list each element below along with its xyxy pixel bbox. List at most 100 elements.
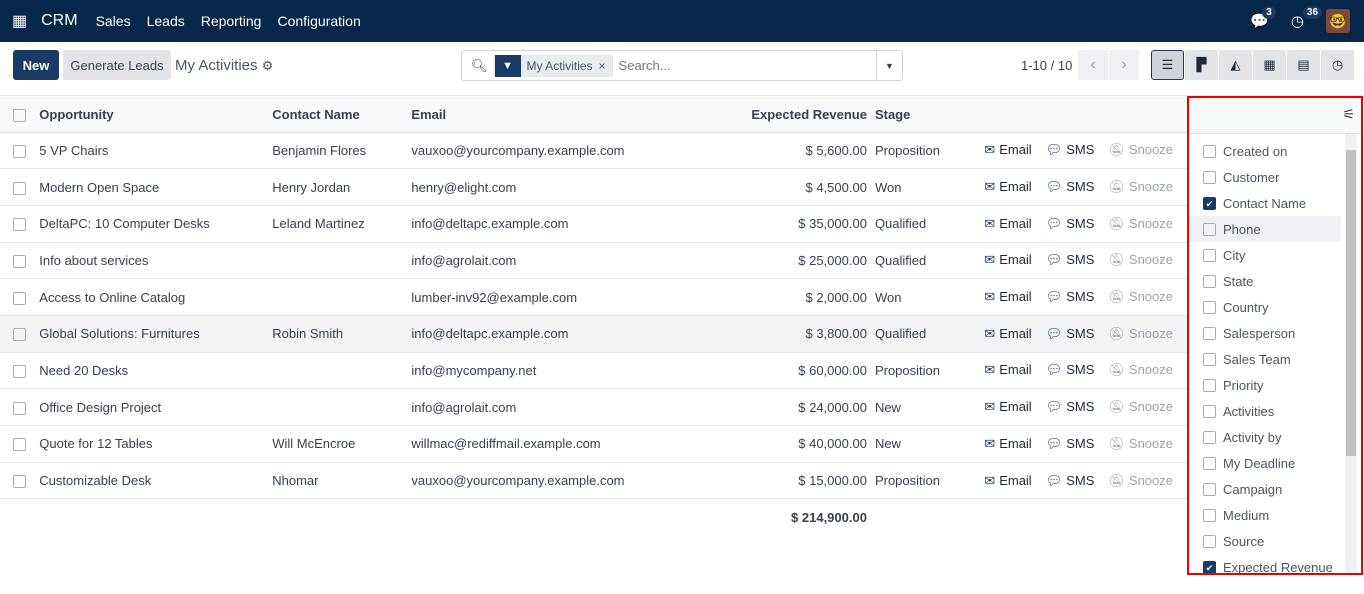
opportunity-cell[interactable]: Office Design Project [39,388,273,426]
revenue-cell[interactable]: $ 25,000.00 [701,242,875,280]
header-contact-name[interactable]: Contact Name [272,97,412,133]
column-checkbox[interactable]: ✔ [1203,560,1216,573]
opportunity-cell[interactable]: Global Solutions: Furnitures [39,315,273,353]
revenue-cell[interactable]: $ 5,600.00 [701,132,875,170]
list-view-button[interactable]: ☰ [1151,50,1184,80]
contact-cell[interactable]: Robin Smith [272,315,412,353]
contact-cell[interactable]: Benjamin Flores [272,132,412,170]
table-row[interactable]: Customizable Desk Nhomar vauxoo@yourcomp… [0,462,1187,500]
email-cell[interactable]: info@deltapc.example.com [411,315,702,353]
optional-column-item[interactable]: Salesperson [1189,320,1341,346]
stage-cell[interactable]: Won [874,168,985,206]
column-checkbox[interactable] [1203,352,1216,366]
optional-column-item[interactable]: Activities [1189,398,1341,424]
new-button[interactable]: New [13,50,59,80]
opportunity-cell[interactable]: Modern Open Space [39,168,273,206]
search-icon[interactable]: 🔍︎ [471,58,488,74]
row-checkbox[interactable] [13,475,26,489]
email-action[interactable]: ✉ Email [984,252,1031,268]
graph-view-button[interactable]: ◭ [1219,50,1252,80]
optional-column-item[interactable]: Created on [1189,138,1341,164]
snooze-action[interactable]: 🔕︎ Snooze [1108,289,1173,305]
email-action[interactable]: ✉ Email [984,436,1031,452]
snooze-action[interactable]: 🔕︎ Snooze [1108,179,1173,195]
gear-icon[interactable]: ⚙ [262,58,274,73]
table-row[interactable]: Global Solutions: Furnitures Robin Smith… [0,315,1187,353]
row-checkbox[interactable] [13,328,26,342]
column-checkbox[interactable]: ✔ [1203,196,1216,210]
snooze-action[interactable]: 🔕︎ Snooze [1108,436,1173,452]
pivot-view-button[interactable]: ▦ [1253,50,1286,80]
stage-cell[interactable]: Qualified [874,315,985,353]
table-row[interactable]: Access to Online Catalog lumber-inv92@ex… [0,278,1187,316]
opportunity-cell[interactable]: DeltaPC: 10 Computer Desks [39,205,273,243]
revenue-cell[interactable]: $ 40,000.00 [701,425,875,463]
column-checkbox[interactable] [1203,508,1216,522]
revenue-cell[interactable]: $ 3,800.00 [701,315,875,353]
column-checkbox[interactable] [1203,222,1216,236]
sms-action[interactable]: 💬︎ SMS [1046,326,1095,342]
column-checkbox[interactable] [1203,378,1216,392]
table-row[interactable]: Modern Open Space Henry Jordan henry@eli… [0,168,1187,206]
revenue-cell[interactable]: $ 2,000.00 [701,278,875,316]
row-checkbox[interactable] [13,291,26,305]
stage-cell[interactable]: Qualified [874,242,985,280]
stage-cell[interactable]: New [874,425,985,463]
contact-cell[interactable]: Nhomar [272,462,412,500]
next-page-button[interactable]: › [1109,50,1139,80]
stage-cell[interactable]: Qualified [874,205,985,243]
snooze-action[interactable]: 🔕︎ Snooze [1108,252,1173,268]
snooze-action[interactable]: 🔕︎ Snooze [1108,326,1173,342]
email-cell[interactable]: henry@elight.com [411,168,702,206]
optional-column-item[interactable]: Sales Team [1189,346,1341,372]
optional-column-item[interactable]: ✔ Expected Revenue [1189,554,1341,573]
email-cell[interactable]: info@deltapc.example.com [411,205,702,243]
opportunity-cell[interactable]: Customizable Desk [39,462,273,500]
scrollbar-thumb[interactable] [1346,150,1356,456]
search-input[interactable] [618,58,876,73]
email-action[interactable]: ✉ Email [984,289,1031,305]
sms-action[interactable]: 💬︎ SMS [1046,362,1095,378]
column-checkbox[interactable] [1203,534,1216,548]
search-dropdown-toggle[interactable]: ▼ [876,51,902,80]
header-email[interactable]: Email [411,97,702,133]
optional-column-item[interactable]: State [1189,268,1341,294]
opportunity-cell[interactable]: Info about services [39,242,273,280]
column-checkbox[interactable] [1203,170,1216,184]
email-action[interactable]: ✉ Email [984,179,1031,195]
optional-column-item[interactable]: Medium [1189,502,1341,528]
stage-cell[interactable]: Proposition [874,132,985,170]
column-checkbox[interactable] [1203,300,1216,314]
contact-cell[interactable] [272,278,412,316]
column-checkbox[interactable] [1203,248,1216,262]
header-stage[interactable]: Stage [874,97,985,133]
sms-action[interactable]: 💬︎ SMS [1046,179,1095,195]
contact-cell[interactable] [272,242,412,280]
revenue-cell[interactable]: $ 24,000.00 [701,388,875,426]
email-cell[interactable]: willmac@rediffmail.example.com [411,425,702,463]
contact-cell[interactable]: Will McEncroe [272,425,412,463]
sms-action[interactable]: 💬︎ SMS [1046,252,1095,268]
snooze-action[interactable]: 🔕︎ Snooze [1108,473,1173,489]
optional-column-item[interactable]: Customer [1189,164,1341,190]
table-row[interactable]: Quote for 12 Tables Will McEncroe willma… [0,425,1187,463]
sms-action[interactable]: 💬︎ SMS [1046,399,1095,415]
revenue-cell[interactable]: $ 15,000.00 [701,462,875,500]
opportunity-cell[interactable]: Quote for 12 Tables [39,425,273,463]
activity-view-button[interactable]: ◷ [1321,50,1354,80]
sms-action[interactable]: 💬︎ SMS [1046,142,1095,158]
menu-sales[interactable]: Sales [96,13,131,29]
remove-facet-icon[interactable]: × [599,59,612,73]
select-all-checkbox[interactable] [13,108,26,122]
optional-column-item[interactable]: Campaign [1189,476,1341,502]
previous-page-button[interactable]: ‹ [1078,50,1108,80]
activities-button[interactable]: ◷ 36 [1291,6,1323,30]
revenue-cell[interactable]: $ 35,000.00 [701,205,875,243]
stage-cell[interactable]: Won [874,278,985,316]
column-checkbox[interactable] [1203,144,1216,158]
email-action[interactable]: ✉ Email [984,473,1031,489]
row-checkbox[interactable] [13,181,26,195]
column-checkbox[interactable] [1203,482,1216,496]
contact-cell[interactable] [272,388,412,426]
menu-configuration[interactable]: Configuration [277,13,360,29]
